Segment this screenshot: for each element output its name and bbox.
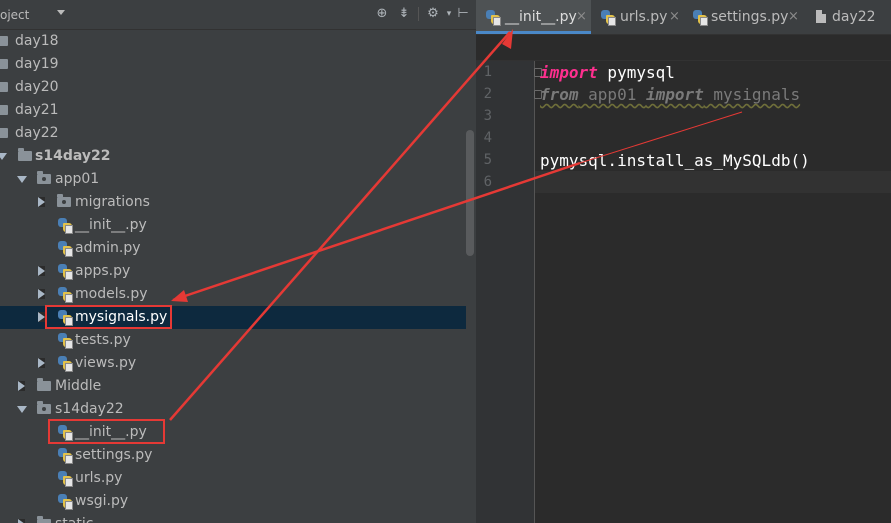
tree-item-day18[interactable]: day18 bbox=[0, 30, 466, 53]
tree-item-s14day22[interactable]: s14day22 bbox=[0, 145, 466, 168]
close-icon[interactable]: × bbox=[788, 9, 799, 24]
tree-item-tests-py[interactable]: tests.py bbox=[0, 329, 466, 352]
package-folder-icon bbox=[37, 401, 51, 414]
package-folder-icon bbox=[37, 171, 51, 184]
tree-item-apps-py[interactable]: apps.py bbox=[0, 260, 466, 283]
chevron-down-icon[interactable] bbox=[57, 10, 65, 15]
folder-icon bbox=[0, 128, 8, 138]
tree-item-models-py[interactable]: models.py bbox=[0, 283, 466, 306]
folder-icon bbox=[0, 36, 8, 46]
python-file-icon bbox=[57, 263, 73, 280]
python-file-icon bbox=[57, 447, 73, 464]
folder-icon bbox=[0, 82, 8, 92]
code-line-2: from app01 import mysignals bbox=[540, 85, 801, 104]
tree-item-day21[interactable]: day21 bbox=[0, 99, 466, 122]
tree-item-day22[interactable]: day22 bbox=[0, 122, 466, 145]
tree-item-migrations[interactable]: migrations bbox=[0, 191, 466, 214]
line-number: 3 bbox=[483, 108, 492, 124]
editor-breadcrumb-bar bbox=[476, 35, 891, 61]
collapse-arrow-icon[interactable] bbox=[38, 266, 45, 276]
expand-arrow-icon[interactable] bbox=[0, 153, 7, 160]
tab-day22[interactable]: day22 bbox=[806, 0, 891, 34]
python-file-icon bbox=[57, 217, 73, 234]
gear-icon[interactable]: ⚙ bbox=[425, 6, 441, 22]
python-file-icon bbox=[57, 332, 73, 349]
folder-icon bbox=[18, 148, 32, 161]
collapse-arrow-icon[interactable] bbox=[18, 381, 25, 391]
folder-icon bbox=[0, 105, 8, 115]
crosshair-icon[interactable]: ⊕ bbox=[374, 6, 390, 22]
code-line-5: pymysql.install_as_MySQLdb() bbox=[540, 151, 810, 170]
current-line-highlight bbox=[535, 171, 891, 193]
tree-item-middle[interactable]: Middle bbox=[0, 375, 466, 398]
project-toolbar: oject ⊕ ⇟ ⚙ ▾ ⊢ bbox=[0, 0, 476, 30]
tree-item-admin-py[interactable]: admin.py bbox=[0, 237, 466, 260]
tree-item-urls-py[interactable]: urls.py bbox=[0, 467, 466, 490]
line-number: 2 bbox=[483, 86, 492, 102]
line-number: 1 bbox=[483, 64, 492, 80]
folder-icon bbox=[0, 59, 8, 69]
tree-item-app01[interactable]: app01 bbox=[0, 168, 466, 191]
editor-panel: __init__.py × urls.py × settings.py × da… bbox=[476, 0, 891, 523]
line-number: 6 bbox=[483, 174, 492, 190]
folder-icon bbox=[37, 378, 51, 391]
project-view-title[interactable]: oject bbox=[0, 8, 29, 22]
annotation-box-init bbox=[48, 419, 165, 444]
close-icon[interactable]: × bbox=[576, 9, 587, 24]
python-file-icon bbox=[57, 493, 73, 510]
collapse-arrow-icon[interactable] bbox=[38, 197, 45, 207]
collapse-arrow-icon[interactable] bbox=[18, 519, 25, 523]
package-folder-icon bbox=[57, 194, 71, 207]
tree-item-day20[interactable]: day20 bbox=[0, 76, 466, 99]
python-file-icon bbox=[57, 240, 73, 257]
code-line-1: import pymysql bbox=[540, 63, 675, 82]
expand-arrow-icon[interactable] bbox=[17, 406, 27, 413]
tree-item-s14day22-pkg[interactable]: s14day22 bbox=[0, 398, 466, 421]
tab-settings-py[interactable]: settings.py × bbox=[688, 0, 803, 34]
tree-item-settings-py[interactable]: settings.py bbox=[0, 444, 466, 467]
tree-item-init-py[interactable]: __init__.py bbox=[0, 214, 466, 237]
line-number: 4 bbox=[483, 130, 492, 146]
expand-arrow-icon[interactable] bbox=[17, 176, 27, 183]
collapse-arrow-icon[interactable] bbox=[38, 289, 45, 299]
line-number-gutter: 1 2 3 4 5 6 bbox=[476, 61, 535, 523]
python-file-icon bbox=[57, 355, 73, 372]
tree-item-views-py[interactable]: views.py bbox=[0, 352, 466, 375]
annotation-box-mysignals bbox=[45, 305, 172, 329]
document-icon bbox=[816, 10, 826, 23]
line-number: 5 bbox=[483, 152, 492, 168]
close-icon[interactable]: × bbox=[669, 9, 680, 24]
hide-icon[interactable]: ⊢ bbox=[455, 6, 471, 22]
python-file-icon bbox=[485, 9, 501, 26]
tree-item-day19[interactable]: day19 bbox=[0, 53, 466, 76]
toolbar-separator bbox=[418, 7, 419, 21]
tab-init-py[interactable]: __init__.py × bbox=[476, 0, 591, 34]
python-file-icon bbox=[600, 9, 616, 26]
python-file-icon bbox=[57, 286, 73, 303]
folder-icon bbox=[37, 516, 51, 523]
collapse-arrow-icon[interactable] bbox=[38, 358, 45, 368]
tab-urls-py[interactable]: urls.py × bbox=[594, 0, 687, 34]
collapse-arrow-icon[interactable] bbox=[38, 312, 45, 322]
tree-item-static[interactable]: static bbox=[0, 513, 466, 523]
tree-item-wsgi-py[interactable]: wsgi.py bbox=[0, 490, 466, 513]
editor-tab-bar: __init__.py × urls.py × settings.py × da… bbox=[476, 0, 891, 35]
python-file-icon bbox=[692, 9, 708, 26]
python-file-icon bbox=[57, 470, 73, 487]
project-panel: oject ⊕ ⇟ ⚙ ▾ ⊢ day18 day19 day20 day21 … bbox=[0, 0, 476, 523]
collapse-icon[interactable]: ⇟ bbox=[396, 6, 412, 22]
project-scrollbar[interactable] bbox=[466, 130, 474, 256]
ide-window: oject ⊕ ⇟ ⚙ ▾ ⊢ day18 day19 day20 day21 … bbox=[0, 0, 891, 523]
